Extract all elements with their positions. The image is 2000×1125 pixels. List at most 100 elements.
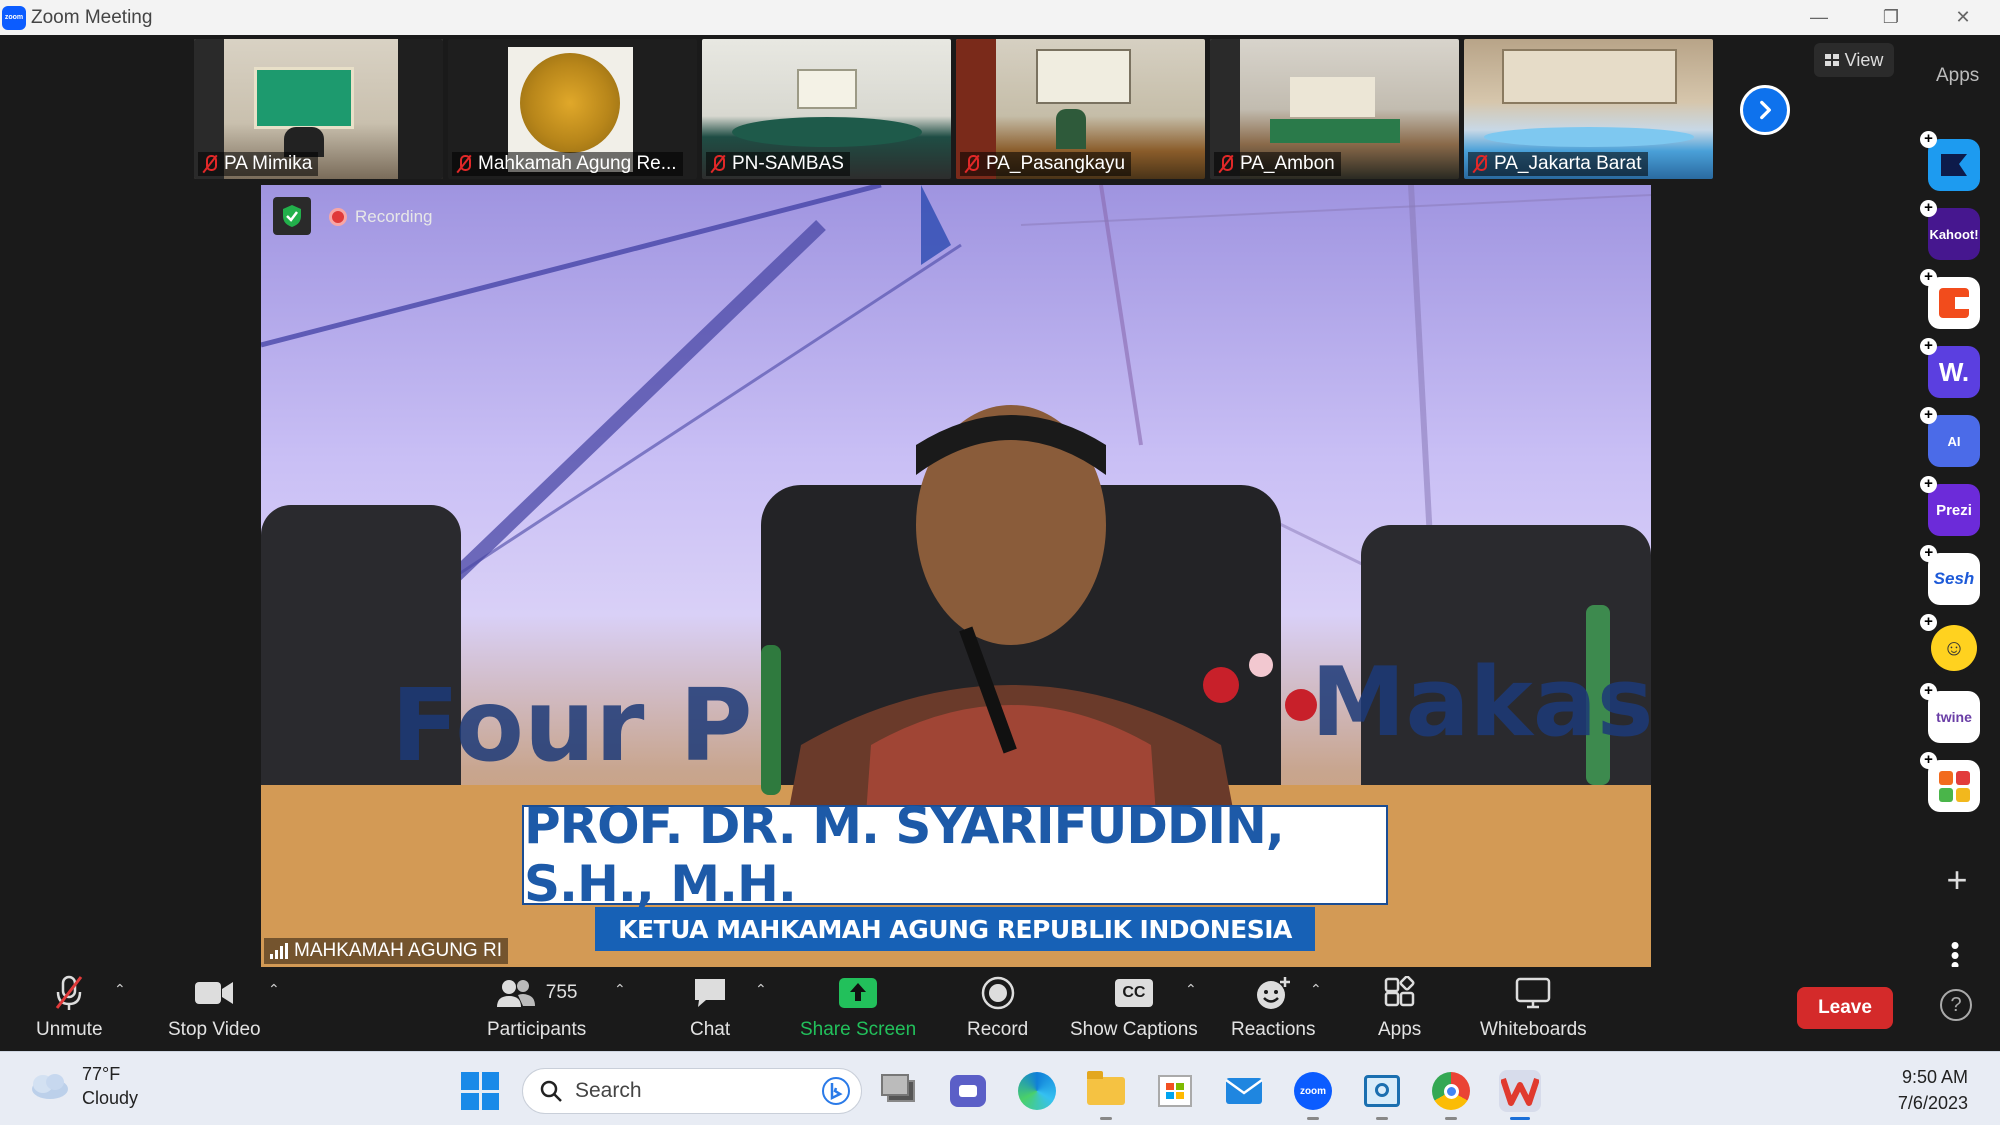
leave-button[interactable]: Leave — [1797, 987, 1893, 1029]
window-title: Zoom Meeting — [31, 6, 153, 28]
app-icon-twine[interactable]: + twine — [1920, 683, 1980, 743]
participant-tile[interactable]: PA Mimika — [194, 39, 443, 179]
unmute-button[interactable]: Unmute — [36, 973, 103, 1041]
participant-name: PA Mimika — [224, 153, 313, 174]
windows-start-icon[interactable] — [461, 1072, 499, 1110]
whiteboards-button[interactable]: Whiteboards — [1480, 973, 1587, 1041]
record-icon — [981, 976, 1014, 1010]
video-camera-icon — [195, 982, 234, 1004]
app-icon-emoji[interactable]: + ☺ — [1920, 614, 1980, 674]
close-button[interactable]: ✕ — [1928, 0, 1998, 35]
record-button[interactable]: Record — [967, 973, 1028, 1041]
show-captions-button[interactable]: CC Show Captions — [1070, 973, 1198, 1041]
muted-mic-icon — [456, 154, 472, 174]
app-icon-c[interactable]: + — [1920, 269, 1980, 329]
system-clock[interactable]: 9:50 AM 7/6/2023 — [1898, 1064, 1968, 1116]
chat-button[interactable]: Chat — [690, 973, 730, 1041]
participant-tile[interactable]: PA_Pasangkayu — [956, 39, 1205, 179]
participant-name: PA_Pasangkayu — [986, 153, 1126, 174]
reactions-smiley-icon — [1257, 977, 1291, 1009]
clock-date: 7/6/2023 — [1897, 1093, 1968, 1113]
participant-name: PA_Ambon — [1240, 153, 1335, 174]
more-options-icon[interactable]: • • • — [1950, 932, 1960, 978]
microsoft-store-icon[interactable] — [1154, 1070, 1196, 1112]
active-speaker-video: Four P Makas Recording PROF. DR. M. SYAR… — [261, 185, 1651, 967]
encryption-shield-icon[interactable] — [273, 197, 311, 235]
muted-mic-icon — [710, 154, 726, 174]
task-view-icon[interactable] — [880, 1070, 922, 1112]
minimize-button[interactable]: — — [1784, 0, 1854, 35]
add-app-plus-icon[interactable]: + — [1940, 862, 1974, 899]
reactions-button[interactable]: Reactions — [1231, 973, 1316, 1041]
mic-muted-icon — [56, 975, 83, 1010]
reactions-options-caret-icon[interactable]: ⌃ — [1310, 981, 1322, 998]
bing-icon[interactable] — [821, 1076, 851, 1106]
captions-options-caret-icon[interactable]: ⌃ — [1185, 981, 1197, 998]
chat-options-caret-icon[interactable]: ⌃ — [755, 981, 767, 998]
svg-text:Four P: Four P — [391, 667, 753, 784]
cloud-icon — [32, 1074, 68, 1099]
video-options-caret-icon[interactable]: ⌃ — [268, 981, 280, 998]
svg-text:Makas: Makas — [1311, 648, 1651, 758]
chevron-right-icon — [1760, 100, 1771, 120]
share-screen-button[interactable]: Share Screen — [800, 973, 916, 1041]
snipping-tool-icon[interactable] — [1361, 1070, 1403, 1120]
search-placeholder: Search — [575, 1079, 642, 1102]
participants-button[interactable]: 755 Participants — [487, 973, 586, 1041]
participant-gallery-strip: PA Mimika Mahkamah Agung Re... PN-SAMBAS… — [194, 39, 1713, 179]
muted-mic-icon — [964, 154, 980, 174]
whiteboard-icon — [1516, 977, 1551, 1009]
lower-third-title: KETUA MAHKAMAH AGUNG REPUBLIK INDONESIA — [595, 907, 1315, 951]
os-taskbar: 77°F Cloudy Search zoom 9:50 AM 7/6/2023 — [0, 1051, 2000, 1125]
file-explorer-icon[interactable] — [1085, 1070, 1127, 1120]
weather-widget[interactable]: 77°F Cloudy — [28, 1062, 138, 1110]
participant-tile[interactable]: Mahkamah Agung Re... — [448, 39, 697, 179]
teams-chat-icon[interactable] — [947, 1070, 989, 1112]
taskbar-search-box[interactable]: Search — [522, 1068, 862, 1114]
app-icon-ai[interactable]: + AI — [1920, 407, 1980, 467]
view-button[interactable]: View — [1814, 43, 1894, 77]
view-label: View — [1844, 49, 1884, 70]
participant-name: PN-SAMBAS — [732, 153, 844, 174]
recording-indicator[interactable]: Recording — [329, 207, 433, 227]
participant-tile[interactable]: PN-SAMBAS — [702, 39, 951, 179]
share-screen-icon — [839, 978, 878, 1008]
app-icon-wooclap[interactable]: + W. — [1920, 338, 1980, 398]
muted-mic-icon — [1218, 154, 1234, 174]
app-icon-pitch[interactable]: + — [1920, 131, 1980, 191]
lower-third-name: PROF. DR. M. SYARIFUDDIN, S.H., M.H. — [522, 797, 1388, 913]
next-page-button[interactable] — [1740, 85, 1790, 135]
closed-captions-icon: CC — [1114, 979, 1153, 1007]
wps-office-icon[interactable] — [1499, 1070, 1541, 1120]
window-title-bar: zoom Zoom Meeting — ❐ ✕ — [0, 0, 2000, 35]
app-icon-sesh[interactable]: + Sesh — [1920, 545, 1980, 605]
recording-label: Recording — [355, 207, 433, 226]
mail-icon[interactable] — [1223, 1070, 1265, 1112]
apps-panel-title: Apps — [1936, 65, 1980, 86]
signal-strength-icon — [270, 943, 288, 959]
muted-mic-icon — [202, 154, 218, 174]
speaker-name-tag: MAHKAMAH AGUNG RI — [264, 938, 508, 964]
recording-dot-icon — [329, 208, 347, 226]
participant-name: PA_Jakarta Barat — [1494, 153, 1642, 174]
audio-options-caret-icon[interactable]: ⌃ — [114, 981, 126, 998]
clock-time: 9:50 AM — [1901, 1067, 1968, 1087]
chat-bubble-icon — [695, 979, 726, 1007]
zoom-app-icon[interactable]: zoom — [1292, 1070, 1334, 1120]
participant-tile[interactable]: PA_Ambon — [1210, 39, 1459, 179]
edge-browser-icon[interactable] — [1016, 1070, 1058, 1112]
help-icon[interactable]: ? — [1940, 989, 1972, 1021]
restore-button[interactable]: ❐ — [1856, 0, 1926, 35]
apps-button[interactable]: Apps — [1378, 973, 1421, 1041]
participant-count: 755 — [545, 982, 578, 1003]
participant-tile[interactable]: PA_Jakarta Barat — [1464, 39, 1713, 179]
app-icon-prezi[interactable]: + Prezi — [1920, 476, 1980, 536]
muted-mic-icon — [1472, 154, 1488, 174]
search-icon — [540, 1080, 562, 1102]
stop-video-button[interactable]: Stop Video — [168, 973, 261, 1041]
app-icon-blocks[interactable]: + — [1920, 752, 1980, 812]
participants-options-caret-icon[interactable]: ⌃ — [614, 981, 626, 998]
chrome-browser-icon[interactable] — [1430, 1070, 1472, 1120]
app-icon-kahoot[interactable]: + Kahoot! — [1920, 200, 1980, 260]
apps-list: + + Kahoot! + + W. + AI + Prezi + Sesh + ☺ + tw… — [1920, 131, 1980, 812]
